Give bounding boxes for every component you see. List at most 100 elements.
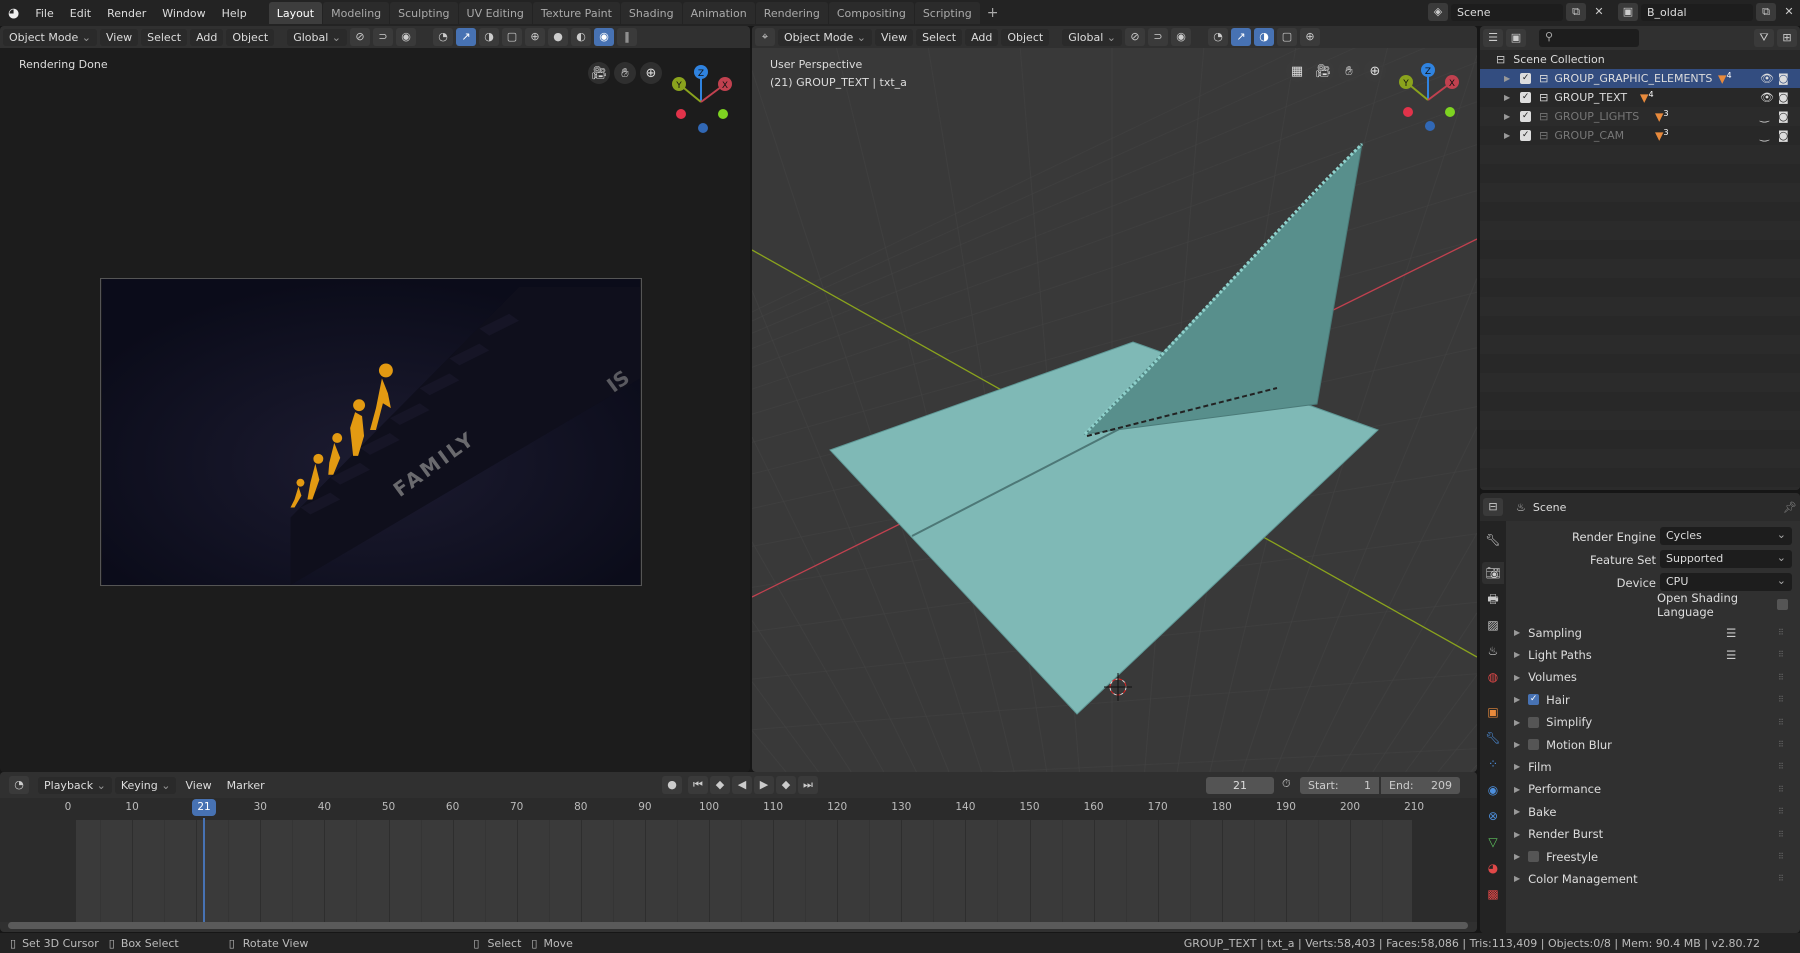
camera-view-icon[interactable]: 🎥︎ <box>588 62 610 84</box>
panel-expand-icon[interactable]: ▶ <box>1514 628 1520 637</box>
panel-sampling[interactable]: ▶ Sampling ☰ ⠿ <box>1508 622 1800 643</box>
drag-handle-icon[interactable]: ⠿ <box>1778 762 1784 771</box>
scene-collection-row[interactable]: ⊟ Scene Collection <box>1480 50 1800 69</box>
tab-material[interactable]: ◕ <box>1482 857 1504 879</box>
panel-bake[interactable]: ▶ Bake ⠿ <box>1508 801 1800 822</box>
exclude-checkbox[interactable]: ✓ <box>1520 92 1532 103</box>
render-camera-icon[interactable]: ◙ <box>1778 110 1789 123</box>
expand-arrow-icon[interactable]: ▶ <box>1504 131 1510 140</box>
marker-menu[interactable]: Marker <box>221 777 271 794</box>
presets-list-icon[interactable]: ☰ <box>1726 648 1736 662</box>
tab-particles[interactable]: ⁘ <box>1482 753 1504 775</box>
xray-icon[interactable]: ▢ <box>502 28 522 46</box>
playback-menu[interactable]: Playback <box>38 776 112 794</box>
tab-render[interactable]: 📷︎ <box>1482 562 1504 584</box>
viewport-menu-object[interactable]: Object <box>1001 28 1050 46</box>
current-frame-field[interactable]: 21 <box>1206 777 1274 794</box>
panel-expand-icon[interactable]: ▶ <box>1514 830 1520 839</box>
viewport-visibility-icon[interactable]: ◔ <box>1208 28 1228 46</box>
panel-render-burst[interactable]: ▶ Render Burst ⠿ <box>1508 824 1800 845</box>
viewport-menu-add[interactable]: Add <box>965 28 999 46</box>
drag-handle-icon[interactable]: ⠿ <box>1778 650 1784 659</box>
shading-wireframe-icon[interactable]: ⊕ <box>525 28 545 46</box>
menu-help[interactable]: Help <box>214 7 255 20</box>
expand-arrow-icon[interactable]: ▶ <box>1504 74 1510 83</box>
orientation-dropdown[interactable]: Global <box>287 28 347 46</box>
snap-icon[interactable]: ⊃ <box>373 28 393 46</box>
drag-handle-icon[interactable]: ⠿ <box>1778 695 1784 704</box>
add-workspace-button[interactable]: + <box>981 5 1005 21</box>
shading-rendered-icon[interactable]: ◉ <box>594 28 614 46</box>
tab-uv-editing[interactable]: UV Editing <box>458 2 532 24</box>
outliner-item[interactable]: ▶ ✓ ⊟ GROUP_GRAPHIC_ELEMENTS ▼4 👁︎ ◙ <box>1480 69 1800 88</box>
tab-object[interactable]: ▣ <box>1482 701 1504 723</box>
eye-icon[interactable]: 👁︎ <box>1760 72 1774 85</box>
panel-expand-icon[interactable]: ▶ <box>1514 650 1520 659</box>
panel-volumes[interactable]: ▶ Volumes ⠿ <box>1508 667 1800 688</box>
drag-handle-icon[interactable]: ⠿ <box>1778 718 1784 727</box>
panel-checkbox[interactable] <box>1528 851 1540 862</box>
playhead-frame-badge[interactable]: 21 <box>192 799 216 816</box>
new-collection-icon[interactable]: ⊞ <box>1777 29 1797 47</box>
tab-sculpting[interactable]: Sculpting <box>390 2 458 24</box>
tab-scene[interactable]: ♨ <box>1482 640 1504 662</box>
render-camera-icon[interactable]: ◙ <box>1778 72 1789 85</box>
tab-world[interactable]: ◍ <box>1482 666 1504 688</box>
device-dropdown[interactable]: CPU <box>1660 573 1792 591</box>
menu-view[interactable]: View <box>100 28 139 46</box>
render-camera-icon[interactable]: ◙ <box>1778 129 1789 142</box>
shading-material-icon[interactable]: ◐ <box>571 28 591 46</box>
shading-solid-icon[interactable]: ● <box>548 28 568 46</box>
viewport-wireframe-icon[interactable]: ⊕ <box>1300 28 1320 46</box>
zoom-icon[interactable]: ⊕ <box>640 62 662 84</box>
tab-texture-paint[interactable]: Texture Paint <box>532 2 620 24</box>
menu-add[interactable]: Add <box>190 28 224 46</box>
menu-edit[interactable]: Edit <box>62 7 99 20</box>
drag-handle-icon[interactable]: ⠿ <box>1778 673 1784 682</box>
properties-editor-type-icon[interactable]: ⊟ <box>1483 498 1503 516</box>
overlay-icon[interactable]: ◑ <box>479 28 499 46</box>
panel-checkbox[interactable] <box>1528 739 1540 750</box>
exclude-checkbox[interactable]: ✓ <box>1520 130 1532 141</box>
tab-scripting[interactable]: Scripting <box>914 2 980 24</box>
panel-expand-icon[interactable]: ▶ <box>1514 852 1520 861</box>
viewport-menu-select[interactable]: Select <box>916 28 963 46</box>
viewport-pan-icon[interactable]: ✋︎ <box>1338 60 1360 82</box>
view-layer-icon[interactable]: ▣ <box>1618 3 1638 21</box>
end-frame-field[interactable]: End: 209 <box>1381 777 1460 794</box>
outliner-item[interactable]: ▶ ✓ ⊟ GROUP_CAM ▼3 ‿ ◙ <box>1480 126 1800 145</box>
panel-light-paths[interactable]: ▶ Light Paths ☰ ⠿ <box>1508 644 1800 665</box>
viewport-axis-gizmo[interactable]: Z Y X <box>1392 60 1464 132</box>
next-keyframe-icon[interactable]: ◆ <box>776 776 796 794</box>
tab-texture[interactable]: ▩ <box>1482 883 1504 905</box>
panel-expand-icon[interactable]: ▶ <box>1514 695 1520 704</box>
3d-viewport[interactable]: ⌖ Object Mode View Select Add Object Glo… <box>752 26 1477 772</box>
tab-physics[interactable]: ◉ <box>1482 779 1504 801</box>
record-icon[interactable]: ● <box>662 776 682 794</box>
viewport-menu-view[interactable]: View <box>875 28 914 46</box>
expand-arrow-icon[interactable]: ▶ <box>1504 93 1510 102</box>
drag-handle-icon[interactable]: ⠿ <box>1778 830 1784 839</box>
panel-film[interactable]: ▶ Film ⠿ <box>1508 756 1800 777</box>
timeline-view-menu[interactable]: View <box>179 777 217 794</box>
panel-simplify[interactable]: ▶ Simplify ⠿ <box>1508 712 1800 733</box>
tab-view-layer[interactable]: ▨ <box>1482 614 1504 636</box>
drag-handle-icon[interactable]: ⠿ <box>1778 740 1784 749</box>
blender-logo-icon[interactable]: ◕ <box>0 6 27 21</box>
viewport-snap-icon[interactable]: ⊃ <box>1148 28 1168 46</box>
panel-expand-icon[interactable]: ▶ <box>1514 874 1520 883</box>
scene-field[interactable]: Scene <box>1451 3 1563 21</box>
editor-type-icon[interactable]: ⌖ <box>755 28 775 46</box>
panel-hair[interactable]: ▶ ✓ Hair ⠿ <box>1508 689 1800 710</box>
panel-expand-icon[interactable]: ▶ <box>1514 785 1520 794</box>
axis-gizmo[interactable]: Z Y X <box>665 62 737 134</box>
proportional-icon[interactable]: ◉ <box>396 28 416 46</box>
pan-hand-icon[interactable]: ✋︎ <box>614 62 636 84</box>
eye-closed-icon[interactable]: ‿ <box>1760 110 1769 123</box>
close-view-layer-icon[interactable]: ✕ <box>1779 3 1799 21</box>
osl-checkbox[interactable] <box>1777 599 1788 610</box>
playhead-line[interactable] <box>203 818 205 922</box>
tab-layout[interactable]: Layout <box>268 2 323 24</box>
drag-handle-icon[interactable]: ⠿ <box>1778 874 1784 883</box>
timeline-ruler[interactable] <box>0 798 1477 820</box>
